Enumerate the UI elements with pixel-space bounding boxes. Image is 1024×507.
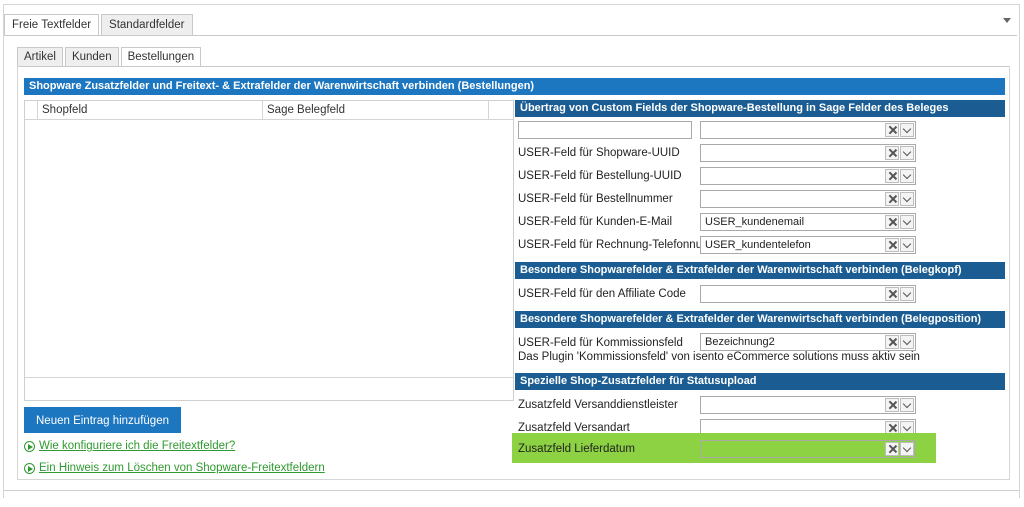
chevron-down-icon[interactable] — [900, 192, 914, 206]
select-kommissionsfeld[interactable]: Bezeichnung2 — [700, 333, 916, 351]
clear-icon[interactable] — [885, 215, 899, 229]
custom-field-name-input[interactable] — [518, 121, 692, 139]
help-link-configure-label[interactable]: Wie konfiguriere ich die Freitextfelder? — [39, 440, 235, 452]
help-link-delete[interactable]: Ein Hinweis zum Löschen von Shopware-Fre… — [24, 462, 325, 474]
tab-artikel[interactable]: Artikel — [17, 47, 63, 67]
section-header-custom-fields: Übertrag von Custom Fields der Shopware-… — [515, 100, 1005, 117]
select-shopware-uuid[interactable] — [700, 144, 916, 162]
label-kunden-email: USER-Feld für Kunden-E-Mail — [518, 216, 673, 228]
label-kommissionsfeld: USER-Feld für Kommissionsfeld — [518, 337, 683, 349]
label-lieferdatum: Zusatzfeld Lieferdatum — [518, 443, 635, 455]
tab-bestellungen[interactable]: Bestellungen — [120, 47, 202, 67]
top-tabstrip-divider — [4, 35, 1017, 36]
select-lieferdatum[interactable] — [700, 440, 916, 458]
section-header-belegkopf: Besondere Shopwarefelder & Extrafelder d… — [515, 262, 1005, 279]
tab-kunden[interactable]: Kunden — [64, 47, 119, 67]
chevron-down-icon[interactable] — [900, 169, 914, 183]
sub-tabstrip: Artikel Kunden Bestellungen — [17, 47, 203, 67]
custom-field-sage-select[interactable] — [700, 121, 916, 139]
chevron-down-icon[interactable] — [900, 335, 914, 349]
select-bestellung-uuid[interactable] — [700, 167, 916, 185]
clear-icon[interactable] — [885, 398, 899, 412]
select-value: USER_kundenemail — [705, 216, 805, 228]
clear-icon[interactable] — [885, 192, 899, 206]
label-affiliate-code: USER-Feld für den Affiliate Code — [518, 288, 686, 300]
clear-icon[interactable] — [885, 238, 899, 252]
grid-column-shopfeld[interactable]: Shopfeld — [38, 101, 263, 120]
chevron-down-icon[interactable] — [900, 442, 914, 456]
label-versanddienstleister: Zusatzfeld Versanddienstleister — [518, 399, 678, 411]
chevron-down-icon[interactable] — [900, 123, 914, 137]
panel-bottom-border — [3, 490, 1020, 491]
chevron-down-icon[interactable] — [900, 238, 914, 252]
tab-standardfelder[interactable]: Standardfelder — [101, 14, 193, 36]
select-affiliate-code[interactable] — [700, 285, 916, 303]
grid-footer-divider — [25, 377, 513, 378]
section-header-statusupload: Spezielle Shop-Zusatzfelder für Statusup… — [515, 373, 1005, 390]
grid-header: Shopfeld Sage Belegfeld — [25, 101, 513, 120]
play-circle-icon — [24, 440, 35, 452]
label-bestellung-uuid: USER-Feld für Bestellung-UUID — [518, 170, 682, 182]
add-entry-button[interactable]: Neuen Eintrag hinzufügen — [24, 407, 181, 433]
label-bestellnummer: USER-Feld für Bestellnummer — [518, 193, 673, 205]
kommissionsfeld-note: Das Plugin 'Kommissionsfeld' von isento … — [518, 351, 920, 363]
top-tabstrip: Freie Textfelder Standardfelder — [4, 14, 195, 36]
mapping-grid: Shopfeld Sage Belegfeld — [24, 100, 514, 401]
select-rechnung-telefon[interactable]: USER_kundentelefon — [700, 236, 916, 254]
panel-menu-caret-icon[interactable] — [1003, 18, 1011, 23]
chevron-down-icon[interactable] — [900, 398, 914, 412]
clear-icon[interactable] — [885, 123, 899, 137]
help-link-configure[interactable]: Wie konfiguriere ich die Freitextfelder? — [24, 440, 235, 452]
main-section-header: Shopware Zusatzfelder und Freitext- & Ex… — [24, 78, 1005, 95]
section-header-belegposition: Besondere Shopwarefelder & Extrafelder d… — [515, 311, 1005, 328]
clear-icon[interactable] — [885, 442, 899, 456]
help-link-delete-label[interactable]: Ein Hinweis zum Löschen von Shopware-Fre… — [39, 462, 325, 474]
grid-row-marker-column — [25, 101, 38, 120]
clear-icon[interactable] — [885, 335, 899, 349]
tab-freie-textfelder[interactable]: Freie Textfelder — [4, 14, 100, 36]
select-versanddienstleister[interactable] — [700, 396, 916, 414]
chevron-down-icon[interactable] — [900, 287, 914, 301]
clear-icon[interactable] — [885, 169, 899, 183]
clear-icon[interactable] — [885, 146, 899, 160]
label-shopware-uuid: USER-Feld für Shopware-UUID — [518, 147, 680, 159]
select-value: Bezeichnung2 — [705, 336, 775, 348]
select-bestellnummer[interactable] — [700, 190, 916, 208]
clear-icon[interactable] — [885, 287, 899, 301]
grid-column-sage-belegfeld[interactable]: Sage Belegfeld — [263, 101, 489, 120]
chevron-down-icon[interactable] — [900, 146, 914, 160]
select-kunden-email[interactable]: USER_kundenemail — [700, 213, 916, 231]
chevron-down-icon[interactable] — [900, 215, 914, 229]
select-value: USER_kundentelefon — [705, 239, 811, 251]
play-circle-icon — [24, 462, 35, 474]
